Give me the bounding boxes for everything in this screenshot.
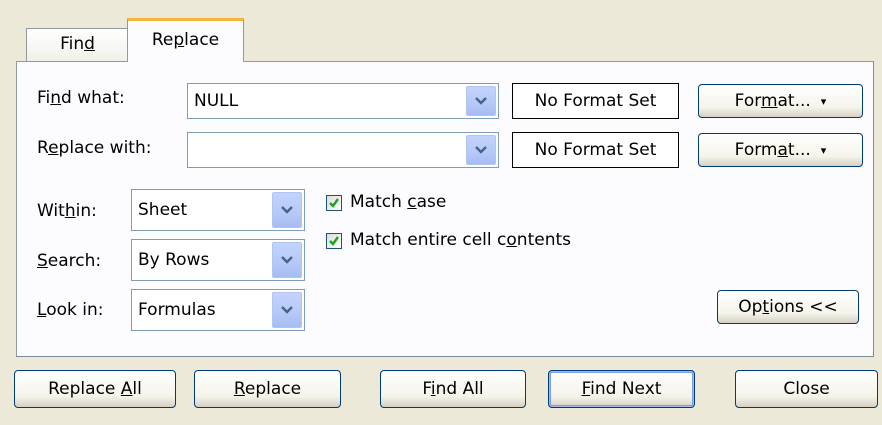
replace-format-button[interactable]: Format... ▾ bbox=[698, 133, 863, 167]
look-in-dropdown-button[interactable] bbox=[272, 292, 302, 328]
dropdown-arrow-icon: ▾ bbox=[820, 94, 827, 108]
replace-format-button-label: Format... bbox=[734, 140, 811, 160]
replace-with-label: Replace with: bbox=[37, 138, 152, 158]
find-what-combo[interactable]: NULL bbox=[187, 83, 499, 119]
search-dropdown-button[interactable] bbox=[272, 242, 302, 278]
replace-with-combo[interactable] bbox=[187, 132, 499, 168]
match-entire-cell-label[interactable]: Match entire cell contents bbox=[350, 230, 571, 250]
find-all-button[interactable]: Find All bbox=[380, 370, 526, 408]
chevron-down-icon bbox=[475, 146, 487, 154]
replace-all-button[interactable]: Replace All bbox=[14, 370, 176, 408]
replace-label: Replace bbox=[233, 379, 302, 399]
close-label: Close bbox=[783, 379, 830, 399]
replace-format-preview: No Format Set bbox=[512, 132, 679, 168]
dropdown-arrow-icon: ▾ bbox=[820, 143, 827, 157]
search-value: By Rows bbox=[138, 250, 210, 270]
tab-find-label: Find bbox=[60, 34, 95, 54]
tab-replace[interactable]: Replace bbox=[127, 18, 244, 62]
find-next-button[interactable]: Find Next bbox=[548, 370, 695, 408]
search-label: Search: bbox=[37, 251, 102, 271]
within-select[interactable]: Sheet bbox=[131, 189, 305, 231]
chevron-down-icon bbox=[475, 97, 487, 105]
match-case-label[interactable]: Match case bbox=[350, 192, 446, 212]
chevron-down-icon bbox=[281, 306, 293, 314]
replace-button[interactable]: Replace bbox=[194, 370, 341, 408]
look-in-select[interactable]: Formulas bbox=[131, 289, 305, 331]
within-value: Sheet bbox=[138, 200, 188, 220]
chevron-down-icon bbox=[281, 206, 293, 214]
find-what-label: Find what: bbox=[37, 88, 125, 108]
tab-replace-label: Replace bbox=[151, 30, 220, 50]
find-format-button[interactable]: Format... ▾ bbox=[698, 84, 863, 118]
match-entire-cell-checkbox[interactable] bbox=[326, 233, 342, 249]
chevron-down-icon bbox=[281, 256, 293, 264]
find-next-label: Find Next bbox=[581, 379, 662, 399]
search-select[interactable]: By Rows bbox=[131, 239, 305, 281]
options-button-label: Options << bbox=[738, 297, 838, 317]
close-button[interactable]: Close bbox=[735, 370, 878, 408]
replace-all-label: Replace All bbox=[48, 379, 142, 399]
find-format-preview: No Format Set bbox=[512, 83, 679, 119]
options-button[interactable]: Options << bbox=[717, 290, 859, 324]
find-format-button-label: Format... bbox=[734, 91, 811, 111]
within-label: Within: bbox=[37, 201, 97, 221]
within-dropdown-button[interactable] bbox=[272, 192, 302, 228]
tab-find[interactable]: Find bbox=[26, 28, 129, 61]
look-in-value: Formulas bbox=[138, 300, 216, 320]
match-case-checkbox[interactable] bbox=[326, 195, 342, 211]
checkmark-icon bbox=[329, 198, 339, 208]
checkmark-icon bbox=[329, 236, 339, 246]
replace-with-dropdown-button[interactable] bbox=[466, 135, 496, 165]
look-in-label: Look in: bbox=[37, 300, 104, 320]
find-what-input[interactable]: NULL bbox=[194, 84, 238, 118]
find-all-label: Find All bbox=[422, 379, 484, 399]
replace-panel: Find what: NULL No Format Set Format... … bbox=[16, 61, 874, 357]
find-what-dropdown-button[interactable] bbox=[466, 86, 496, 116]
